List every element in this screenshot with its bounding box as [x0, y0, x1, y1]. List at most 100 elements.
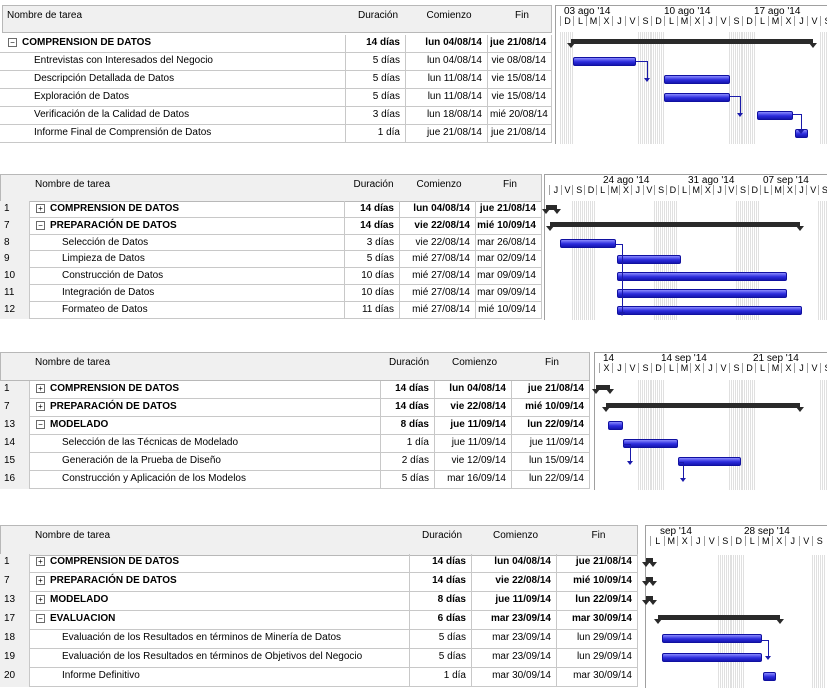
task-row[interactable]: 9 Limpieza de Datos 5 días mié 27/08/14 mar … [0, 251, 542, 269]
task-end[interactable]: lun 22/09/14 [557, 592, 638, 611]
task-bar[interactable] [608, 421, 623, 430]
collapse-icon[interactable]: − [8, 37, 17, 47]
task-start[interactable]: jue 21/08/14 [408, 125, 488, 143]
column-header-name[interactable]: Nombre de tarea [35, 179, 110, 190]
task-end[interactable]: mar 30/09/14 [557, 668, 638, 687]
task-duration[interactable]: 1 día [410, 668, 472, 687]
column-header-name[interactable]: Nombre de tarea [7, 10, 82, 21]
summary-bar[interactable] [592, 385, 614, 394]
task-bar[interactable] [757, 111, 793, 120]
column-header-start[interactable]: Comienzo [405, 179, 473, 190]
task-end[interactable]: mié 10/09/14 [557, 573, 638, 592]
task-name[interactable]: − PREPARACIÓN DE DATOS [30, 217, 345, 235]
column-header-end[interactable]: Fin [495, 10, 549, 21]
task-name[interactable]: − COMPRENSION DE DATOS [2, 35, 346, 53]
summary-bar[interactable] [654, 615, 784, 624]
task-row[interactable]: 7− PREPARACIÓN DE DATOS 14 días vie 22/08/1… [0, 217, 542, 235]
task-duration[interactable]: 5 días [348, 53, 406, 71]
task-start[interactable]: lun 18/08/14 [408, 107, 488, 125]
task-row[interactable]: 19 Evaluación de los Resultados en términ… [0, 649, 638, 668]
column-header-duration[interactable]: Duración [386, 357, 432, 368]
task-bar[interactable] [664, 93, 730, 102]
task-name[interactable]: Evaluación de los Resultados en términos… [30, 630, 410, 649]
column-header-start[interactable]: Comienzo [413, 10, 485, 21]
task-end[interactable]: mié 20/08/14 [490, 107, 552, 125]
task-end[interactable]: vie 15/08/14 [490, 71, 552, 89]
task-start[interactable]: lun 04/08/14 [408, 35, 488, 53]
task-name[interactable]: Selección de las Técnicas de Modelado [30, 435, 381, 453]
task-name[interactable]: Limpieza de Datos [30, 251, 345, 269]
column-header-name[interactable]: Nombre de tarea [35, 357, 110, 368]
task-bar[interactable] [573, 57, 636, 66]
task-name[interactable]: + PREPARACIÓN DE DATOS [30, 399, 381, 417]
task-row[interactable]: 11 Integración de Datos 10 días mié 27/08/1… [0, 285, 542, 302]
summary-bar[interactable] [642, 596, 657, 605]
task-row[interactable]: 12 Formateo de Datos 11 días mié 27/08/14 mi… [0, 301, 542, 319]
task-bar[interactable] [617, 255, 681, 265]
task-start[interactable]: vie 22/08/14 [435, 399, 512, 417]
task-end[interactable]: jue 21/08/14 [490, 125, 552, 143]
expand-icon[interactable]: + [36, 556, 45, 566]
task-row[interactable]: − COMPRENSION DE DATOS 14 días lun 04/08/14… [0, 35, 552, 53]
task-name[interactable]: Construcción de Datos [30, 268, 345, 285]
task-start[interactable]: lun 04/08/14 [408, 53, 488, 71]
task-end[interactable]: mié 10/09/14 [476, 217, 542, 235]
task-duration[interactable]: 14 días [345, 217, 400, 235]
task-end[interactable]: mar 26/08/14 [476, 234, 542, 252]
task-name[interactable]: − EVALUACION [30, 611, 410, 630]
task-end[interactable]: mié 10/09/14 [512, 399, 590, 417]
task-name[interactable]: + COMPRENSION DE DATOS [30, 201, 345, 218]
task-start[interactable]: vie 22/08/14 [400, 234, 476, 252]
task-row[interactable]: 10 Construcción de Datos 10 días mié 27/08/… [0, 268, 542, 285]
task-end[interactable]: lun 29/09/14 [557, 630, 638, 649]
task-end[interactable]: jue 21/08/14 [490, 35, 552, 53]
task-duration[interactable]: 5 días [345, 251, 400, 269]
task-start[interactable]: lun 04/08/14 [435, 381, 512, 399]
task-start[interactable]: vie 12/09/14 [435, 453, 512, 471]
task-row[interactable]: 1 + COMPRENSION DE DATOS 14 días lun 04/08/1… [0, 554, 638, 573]
task-end[interactable]: mié 10/09/14 [476, 301, 542, 319]
expand-icon[interactable]: + [36, 401, 45, 411]
task-name[interactable]: Formateo de Datos [30, 301, 345, 319]
summary-bar[interactable] [602, 403, 804, 412]
task-duration[interactable]: 14 días [410, 554, 472, 573]
task-end[interactable]: jue 21/08/14 [557, 554, 638, 573]
task-duration[interactable]: 1 día [381, 435, 435, 453]
task-name[interactable]: Construcción y Aplicación de los Modelos [30, 471, 381, 489]
column-header-name[interactable]: Nombre de tarea [35, 530, 110, 541]
task-duration[interactable]: 5 días [348, 89, 406, 107]
task-end[interactable]: lun 22/09/14 [512, 417, 590, 435]
task-bar[interactable] [623, 439, 678, 448]
task-duration[interactable]: 14 días [381, 399, 435, 417]
task-name[interactable]: Entrevistas con Interesados del Negocio [2, 53, 346, 71]
task-name[interactable]: + PREPARACIÓN DE DATOS [30, 573, 410, 592]
task-duration[interactable]: 5 días [348, 71, 406, 89]
column-header-end[interactable]: Fin [562, 530, 635, 541]
task-duration[interactable]: 14 días [348, 35, 406, 53]
task-end[interactable]: vie 15/08/14 [490, 89, 552, 107]
task-row[interactable]: 16 Construcción y Aplicación de los Model… [0, 471, 590, 489]
column-header-duration[interactable]: Duración [415, 530, 469, 541]
task-bar[interactable] [763, 672, 776, 681]
task-start[interactable]: jue 11/09/14 [435, 435, 512, 453]
summary-bar[interactable] [542, 205, 561, 214]
task-start[interactable]: mié 27/08/14 [400, 285, 476, 302]
task-duration[interactable]: 14 días [345, 201, 400, 218]
summary-bar[interactable] [642, 558, 657, 567]
task-bar[interactable] [617, 305, 802, 315]
task-bar[interactable] [662, 653, 762, 662]
task-start[interactable]: lun 04/08/14 [472, 554, 557, 573]
task-row[interactable]: 7 + PREPARACIÓN DE DATOS 14 días vie 22/08/1… [0, 399, 590, 417]
task-row[interactable]: Informe Final de Comprensión de Datos 1 d… [0, 125, 552, 143]
task-start[interactable]: mar 30/09/14 [472, 668, 557, 687]
task-start[interactable]: mié 27/08/14 [400, 301, 476, 319]
task-name[interactable]: Exploración de Datos [2, 89, 346, 107]
task-row[interactable]: 14 Selección de las Técnicas de Modelado 1… [0, 435, 590, 453]
summary-bar[interactable] [546, 221, 804, 231]
task-start[interactable]: lun 11/08/14 [408, 89, 488, 107]
task-name[interactable]: Generación de la Prueba de Diseño [30, 453, 381, 471]
collapse-icon[interactable]: − [36, 419, 45, 429]
task-name[interactable]: Selección de Datos [30, 234, 345, 252]
task-end[interactable]: lun 15/09/14 [512, 453, 590, 471]
task-row[interactable]: Exploración de Datos 5 días lun 11/08/14 vi… [0, 89, 552, 107]
